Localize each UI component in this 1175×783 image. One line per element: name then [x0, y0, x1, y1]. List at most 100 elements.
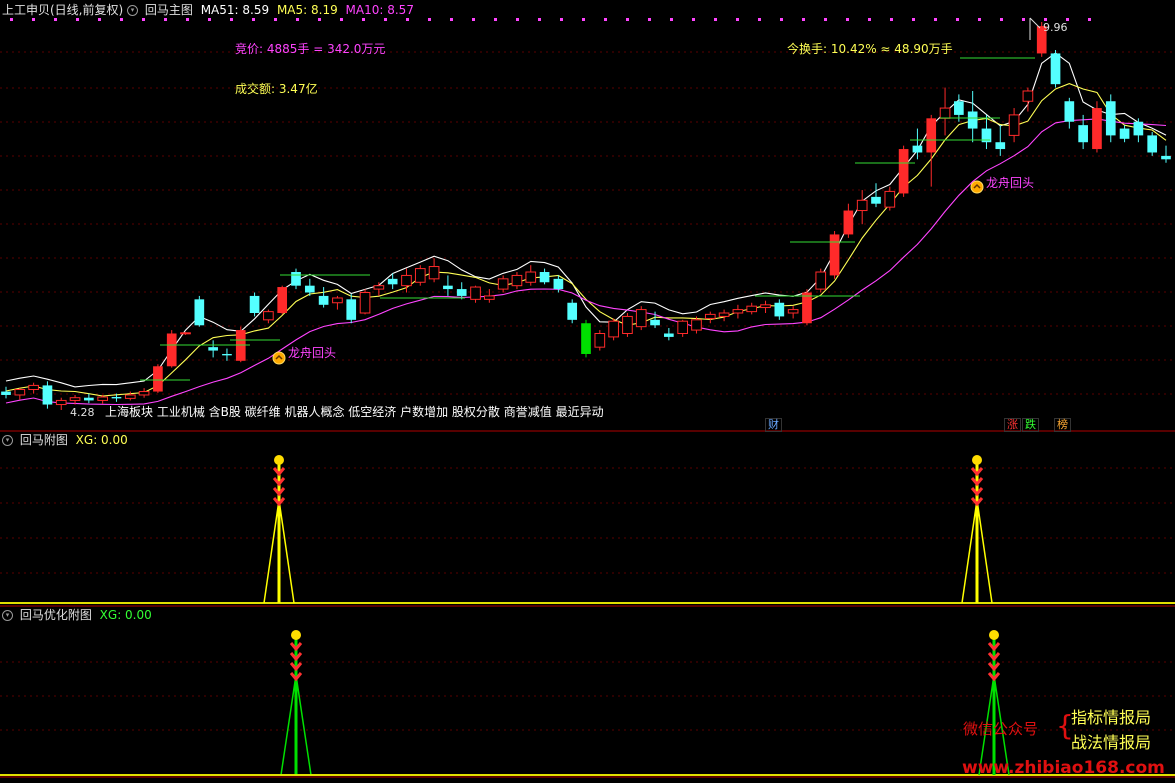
top-marker-dot [472, 18, 475, 21]
top-marker-dot [208, 18, 211, 21]
candle-body [635, 309, 647, 328]
top-marker-dot [10, 18, 13, 21]
top-marker-dot [32, 18, 35, 21]
top-marker-dot [890, 18, 893, 21]
candle-body [581, 323, 591, 354]
low-price-label: 4.28 [70, 406, 95, 419]
candle-body [153, 366, 163, 392]
candle-body [194, 299, 205, 326]
candle-body [111, 397, 122, 399]
candle-body [443, 285, 453, 290]
high-price-label: 9.96 [1043, 21, 1068, 34]
top-marker-dot [582, 18, 585, 21]
candle-body [291, 272, 301, 286]
top-marker-dot [912, 18, 915, 21]
panel-toggle-icon[interactable]: ▾ [2, 610, 13, 621]
top-marker-dot [692, 18, 695, 21]
candle-body [553, 278, 564, 290]
top-marker-dot [384, 18, 387, 21]
top-marker-dot [230, 18, 233, 21]
top-marker-dot [824, 18, 827, 21]
candle-body [318, 295, 329, 305]
candle-body [69, 397, 81, 401]
top-marker-dot [186, 18, 189, 21]
ma51-line [5, 118, 1167, 406]
sub-panel-1-title[interactable]: 回马附图 [20, 433, 68, 447]
candle-body [124, 394, 136, 399]
candle-body [1022, 90, 1034, 102]
sub-panel-1-header: ▾ 回马附图 XG: 0.00 [2, 433, 128, 447]
concept-tags: 上海板块 工业机械 含B股 碳纤维 机器人概念 低空经济 户数增加 股权分散 商… [105, 405, 604, 419]
top-marker-dot [802, 18, 805, 21]
candle-body [55, 399, 67, 406]
turnover-rate: 今换手: 10.42% ≈ 48.90万手 [787, 42, 953, 56]
top-marker-dot [362, 18, 365, 21]
top-marker-dot [318, 18, 321, 21]
sub-panel-2-title[interactable]: 回马优化附图 [20, 608, 92, 622]
candle-body [567, 302, 578, 320]
candle-body [373, 285, 385, 290]
top-marker-dot [934, 18, 937, 21]
indicator-name[interactable]: 回马主图 [145, 3, 193, 17]
candle-body [304, 285, 315, 293]
top-marker-dot [736, 18, 739, 21]
candle-body [1050, 53, 1061, 85]
top-marker-dot [54, 18, 57, 21]
candle-body [484, 295, 495, 300]
candle-body [208, 347, 218, 351]
watermark-name-2: 战法情报局 [1071, 733, 1152, 752]
dropdown-toggle-icon[interactable]: ▾ [127, 5, 139, 16]
candle-body [926, 118, 937, 153]
ma10-label: MA10: 8.57 [345, 3, 414, 17]
badge-rise[interactable]: 涨 [1004, 418, 1021, 432]
sub-panel-2-xg: XG: 0.00 [99, 608, 152, 622]
candle-body [774, 302, 785, 317]
sub2-signal-right-dot-icon [989, 630, 999, 640]
candle-body [277, 287, 288, 313]
auction-info: 竞价: 4885手 = 342.0万元 [235, 42, 386, 56]
top-marker-dot [340, 18, 343, 21]
candle-body [387, 278, 398, 285]
top-marker-dot [626, 18, 629, 21]
badge-rank[interactable]: 榜 [1054, 418, 1071, 432]
sub1-signal-right-dot-icon [972, 455, 982, 465]
candle-body [497, 278, 509, 290]
top-marker-dot [978, 18, 981, 21]
top-marker-dot [560, 18, 563, 21]
candle-body [1133, 121, 1144, 136]
top-marker-dot [604, 18, 607, 21]
top-marker-dot [406, 18, 409, 21]
stock-title[interactable]: 上工申贝(日线,前复权) [2, 3, 123, 17]
badge-fall[interactable]: 跌 [1022, 418, 1039, 432]
candle-body [898, 149, 909, 194]
ma5-label: MA5: 8.19 [276, 3, 338, 17]
top-marker-dot [670, 18, 673, 21]
candle-body [1092, 108, 1102, 150]
top-marker-dot [252, 18, 255, 21]
top-marker-dot [296, 18, 299, 21]
candle-body [539, 272, 550, 283]
candle-body [995, 142, 1006, 150]
watermark-url: www.zhibiao168.com [962, 758, 1165, 778]
candle-body [1147, 135, 1158, 153]
candle-body [332, 297, 343, 304]
candle-body [525, 271, 537, 283]
watermark-name-1: 指标情报局 [1071, 708, 1152, 727]
candle-body [677, 320, 688, 334]
top-marker-dot [142, 18, 145, 21]
top-marker-dot [758, 18, 761, 21]
candle-body [1119, 128, 1130, 139]
panel-toggle-icon[interactable]: ▾ [2, 435, 13, 446]
top-marker-dot [494, 18, 497, 21]
candle-body [470, 286, 481, 300]
badge-finance[interactable]: 财 [765, 418, 782, 432]
top-marker-dot [868, 18, 871, 21]
candle-body [84, 397, 94, 401]
top-marker-dot [956, 18, 959, 21]
chart-canvas [0, 17, 1175, 778]
signal-marker-icon [272, 351, 286, 365]
candle-body [166, 333, 177, 367]
top-marker-dot [76, 18, 79, 21]
candle-body [787, 309, 799, 314]
candle-body [718, 312, 730, 317]
